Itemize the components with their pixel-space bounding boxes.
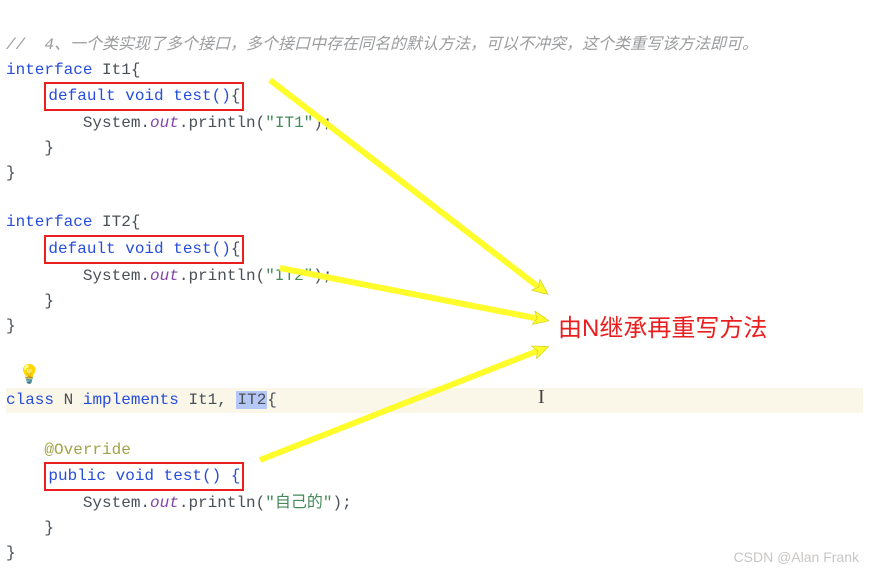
text-cursor-icon: I	[538, 382, 545, 413]
kw-interface: interface	[6, 61, 92, 79]
class-n-decl: class N implements It1, IT2{	[6, 388, 863, 413]
annotation-text: 由N继承再重写方法	[558, 310, 767, 347]
it2-name: IT2	[102, 213, 131, 231]
it2-method-box: default void test(){	[44, 235, 244, 264]
code-editor: // 4、一个类实现了多个接口，多个接口中存在同名的默认方法，可以不冲突，这个类…	[0, 0, 869, 574]
comment-line: // 4、一个类实现了多个接口，多个接口中存在同名的默认方法，可以不冲突，这个类…	[6, 36, 758, 54]
it1-name: It1	[102, 61, 131, 79]
lightbulb-icon[interactable]: 💡	[18, 363, 40, 391]
kw-interface2: interface	[6, 213, 92, 231]
n-method-box: public void test() {	[44, 462, 244, 491]
watermark: CSDN @Alan Frank	[734, 547, 859, 569]
it1-method-box: default void test(){	[44, 82, 244, 111]
override-annotation: @Override	[44, 441, 130, 459]
